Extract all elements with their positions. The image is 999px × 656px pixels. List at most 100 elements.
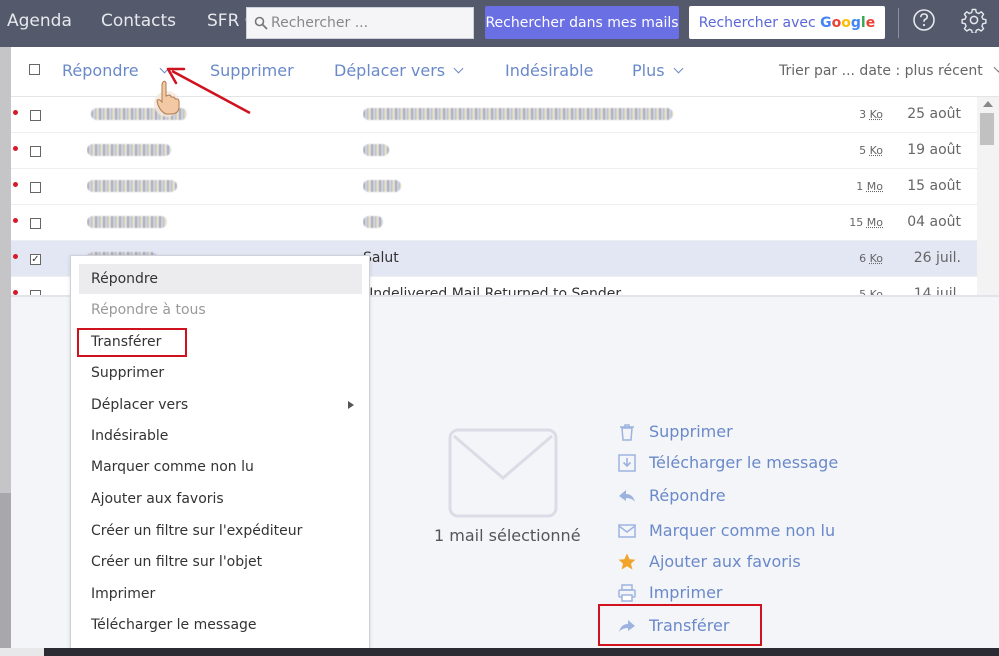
move-to-button[interactable]: Déplacer vers [334,61,464,80]
unread-dot [13,218,18,223]
menu-item-spam[interactable]: Indésirable [79,421,362,451]
mail-row[interactable]: 1 Mo 15 août [11,169,977,205]
menu-item-reply-all: Répondre à tous [91,302,206,318]
printer-icon [618,584,636,602]
more-label: Plus [632,61,665,80]
mail-size: 15 Mo [849,216,883,229]
mail-checkbox[interactable] [30,146,41,157]
action-label: Répondre [649,486,726,505]
gear-icon[interactable] [961,7,987,33]
menu-item-delete[interactable]: Supprimer [79,358,362,388]
mail-subject: Undelivered Mail Returned to Sender [363,286,622,295]
unread-dot [13,182,18,187]
menu-item-download[interactable]: Télécharger le message [79,610,362,640]
mail-checkbox[interactable] [30,182,41,193]
redacted-text [87,180,177,192]
chevron-down-icon [673,63,684,74]
move-to-label: Déplacer vers [334,61,446,80]
mail-subject [363,106,803,122]
action-label: Télécharger le message [649,453,839,472]
mail-subject [363,142,803,158]
hand-cursor-icon [154,80,180,117]
mail-date: 26 juil. [913,250,961,266]
search-box[interactable] [246,7,474,39]
submenu-arrow-icon [348,401,354,409]
envelope-icon [618,524,636,538]
redacted-text [87,144,171,156]
annotation-highlight-menu-forward [77,328,187,357]
mail-sender [87,178,347,194]
scroll-up-icon[interactable] [983,101,993,107]
menu-item-reply[interactable]: Répondre [79,264,362,294]
left-gutter-bottom [0,493,11,648]
scroll-thumb[interactable] [980,113,994,145]
mail-date: 25 août [907,106,961,122]
mail-subject: Salut [363,250,399,266]
window-bottom-left [0,648,44,656]
menu-item-add-favorite[interactable]: Ajouter aux favoris [79,484,362,514]
mail-checkbox[interactable] [30,110,41,121]
menu-item-mark-unread[interactable]: Marquer comme non lu [79,452,362,482]
action-label: Marquer comme non lu [649,521,836,540]
menu-item-filter-sender[interactable]: Créer un filtre sur l'expéditeur [79,516,362,546]
context-menu: Répondre Répondre à tous Transférer Supp… [70,255,370,651]
chevron-down-icon [453,63,464,74]
action-label: Supprimer [649,422,733,441]
google-logo-letter: G [820,14,832,31]
unread-dot [13,110,18,115]
search-input[interactable] [271,8,471,38]
top-bar: Agenda Contacts SFR C Rechercher dans me… [0,0,999,47]
reply-label: Répondre [62,61,139,80]
star-icon [618,553,636,570]
select-all-checkbox[interactable] [29,64,40,75]
menu-item-label: Déplacer vers [91,397,189,413]
google-logo-letter: o [841,14,851,31]
sort-dropdown[interactable]: Trier par ... date : plus récent [779,62,999,79]
more-button[interactable]: Plus [632,61,684,80]
mail-date: 19 août [907,142,961,158]
google-logo-letter: g [850,14,861,31]
trash-icon [620,424,634,441]
action-label: Ajouter aux favoris [649,552,801,571]
mail-row[interactable]: 15 Mo 04 août [11,205,977,241]
redacted-text [363,180,401,192]
search-icon [254,16,268,30]
redacted-text [87,216,167,228]
search-mails-button[interactable]: Rechercher dans mes mails [485,6,679,39]
menu-item-move-to[interactable]: Déplacer vers [79,390,362,420]
envelope-large-icon [448,428,558,518]
annotation-highlight-action-forward [598,604,762,646]
mail-size: 3 Ko [859,108,883,121]
mail-sender [87,214,347,230]
nav-agenda[interactable]: Agenda [7,11,72,31]
unread-dot [13,146,18,151]
menu-item-filter-subject[interactable]: Créer un filtre sur l'objet [79,547,362,577]
list-scrollbar[interactable] [977,97,999,295]
mail-checkbox[interactable] [30,218,41,229]
unread-dot [13,254,18,259]
sort-label: Trier par ... date : plus récent [779,63,983,79]
nav-contacts[interactable]: Contacts [101,11,176,31]
question-circle-icon[interactable] [911,7,937,33]
mail-date: 04 août [907,214,961,230]
mail-size: 5 Ko [859,144,883,157]
mail-size: 1 Mo [856,180,883,193]
taskbar-strip [44,648,999,656]
google-logo-letter: e [865,14,876,31]
search-google-button[interactable]: Rechercher avec Google [689,6,885,39]
selected-count: 1 mail sélectionné [434,526,581,545]
mail-size: 6 Ko [859,252,883,265]
mail-checkbox-checked[interactable]: ✓ [30,254,41,265]
mail-date: 15 août [907,178,961,194]
mail-date: 14 juil. [913,286,961,295]
menu-item-print[interactable]: Imprimer [79,579,362,609]
mail-sender [87,142,347,158]
mail-row[interactable]: 5 Ko 19 août [11,133,977,169]
reply-icon [619,490,635,502]
redacted-text [363,216,383,228]
spam-button[interactable]: Indésirable [505,61,593,80]
mail-subject [363,178,803,194]
redacted-text [363,108,673,120]
action-label: Imprimer [649,583,723,602]
google-logo-letter: o [831,14,842,31]
